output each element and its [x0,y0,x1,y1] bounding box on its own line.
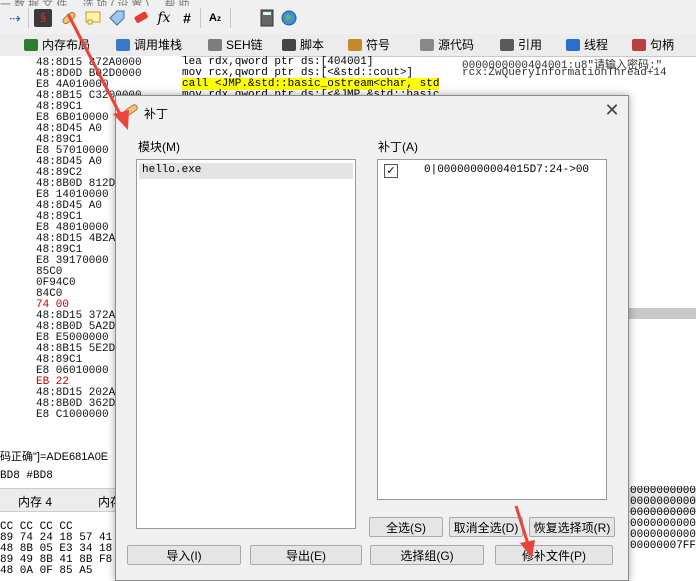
stack-dump: 00000000000 00000000000 00000000000 0000000… [630,486,696,579]
import-button[interactable]: 导入(I) [127,545,241,565]
tab-label: 脚本 [300,38,325,52]
tab-label: 源代码 [438,38,475,52]
hex-dump: CC CC CC CC 89 74 24 18 57 41 48 8B 05 E3 … [0,522,112,577]
select-group-button[interactable]: 选择组(G) [370,545,484,565]
hex-row[interactable]: 48 0A 0F 85 A5 [0,566,112,577]
patch-file-button[interactable]: 修补文件(P) [495,545,613,565]
run-to-user-icon[interactable]: ⇢ [6,9,24,27]
patches-list[interactable]: ✓ 0|00000000004015D7:24->00 [377,159,607,500]
tab-handles[interactable]: 句柄 [632,36,674,54]
fx-icon[interactable]: fx [155,9,173,27]
patch-entry: 0|00000000004015D7:24->00 [424,164,590,176]
status-expression: 码正确"]=ADE681A0E [0,451,109,463]
memory-map-icon [24,39,38,51]
tab-call-stack[interactable]: 调用堆栈 [116,36,182,54]
tab-source[interactable]: 源代码 [420,36,474,54]
disassembly-instruction-column: lea rdx,qword ptr ds:[404001] mov rcx,qw… [180,56,458,101]
tab-label: 内存布局 [42,38,91,52]
toolbar-separator [28,8,29,28]
close-icon[interactable]: ✕ [602,101,622,121]
source-icon [420,39,434,51]
tab-label: 线程 [584,38,609,52]
tab-label: SEH链 [226,38,263,52]
tab-memory-4[interactable]: 内存 4 [18,493,52,510]
tab-seh-chain[interactable]: SEH链 [208,36,263,54]
toolbar-separator [200,8,201,28]
tab-symbols[interactable]: 符号 [348,36,390,54]
view-tab-bar: 内存布局 调用堆栈 SEH链 脚本 符号 源代码 引用 线程 句柄 [0,34,696,57]
restore-selection-button[interactable]: 恢复选择项(R) [529,517,615,537]
script-icon[interactable]: § [34,9,52,27]
select-all-button[interactable]: 全选(S) [369,517,443,537]
list-item[interactable]: hello.exe [139,163,353,179]
deselect-all-button[interactable]: 取消全选(D) [449,517,523,537]
tab-references[interactable]: 引用 [500,36,542,54]
menu-bar-remnant: 一 数 据 文 件 ... 选 项 ( 设 置 ) ... 帮 助 ... [0,0,202,6]
tab-memory-map[interactable]: 内存布局 [24,36,90,54]
dialog-title: 补丁 [144,107,169,121]
tab-threads[interactable]: 线程 [566,36,608,54]
bookmark-icon[interactable] [132,9,150,27]
font-size-icon[interactable]: Az [206,9,224,27]
calculator-icon[interactable] [258,9,276,27]
tag-icon[interactable] [108,9,126,27]
status-line: BD8 #BD8 [0,470,53,482]
patch-dialog: 补丁 ✕ 模块(M) 补丁(A) hello.exe ✓ 0|000000000… [115,95,629,581]
patch-icon[interactable] [60,9,78,27]
modules-list[interactable]: hello.exe [136,159,356,529]
tab-label: 句柄 [650,38,675,52]
references-icon [500,39,514,51]
hash-icon[interactable]: # [178,9,196,27]
globe-icon[interactable] [280,9,298,27]
stack-row[interactable]: 00000007FFC1C [630,541,696,552]
tab-label: 符号 [366,38,391,52]
list-item[interactable]: ✓ 0|00000000004015D7:24->00 [380,163,604,179]
patch-icon [122,103,140,117]
modules-label: 模块(M) [138,140,180,154]
script-tab-icon [282,39,296,51]
module-name: hello.exe [142,164,202,176]
call-stack-icon [116,39,130,51]
tab-script[interactable]: 脚本 [282,36,324,54]
toolbar-separator [230,8,231,28]
comment-icon[interactable] [84,9,102,27]
threads-icon [566,39,580,51]
main-toolbar: 一 数 据 文 件 ... 选 项 ( 设 置 ) ... 帮 助 ... ⇢ … [0,0,696,35]
handles-icon [632,39,646,51]
patches-label: 补丁(A) [378,140,418,154]
symbols-icon [348,39,362,51]
comment-row: rcx:ZwQueryInformationThread+14 [462,67,667,79]
export-button[interactable]: 导出(E) [250,545,362,565]
disassembly-bytes-row[interactable]: E8 C1000000 [36,410,109,421]
tab-label: 调用堆栈 [134,38,183,52]
tab-label: 引用 [518,38,543,52]
seh-icon [208,39,222,51]
patch-checkbox[interactable]: ✓ [384,164,398,178]
